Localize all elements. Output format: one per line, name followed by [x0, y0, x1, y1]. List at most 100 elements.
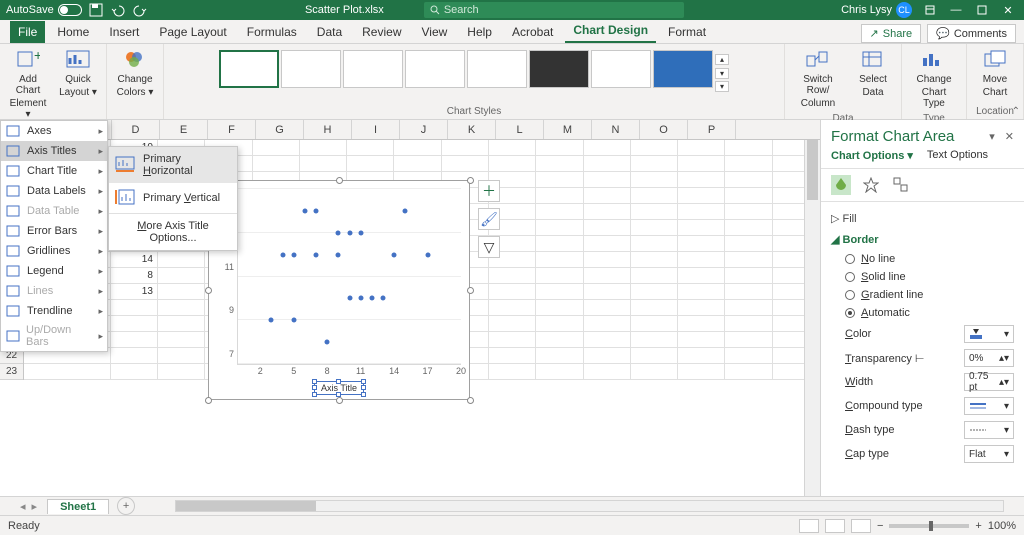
chart-elements-button[interactable]: ＋: [478, 180, 500, 202]
menu-item-error-bars[interactable]: Error Bars▸: [1, 221, 107, 241]
border-section[interactable]: ◢ Border: [831, 234, 879, 246]
maximize-icon[interactable]: [974, 2, 990, 18]
share-button[interactable]: ↗Share: [861, 24, 922, 43]
tab-formulas[interactable]: Formulas: [239, 21, 305, 43]
tab-view[interactable]: View: [414, 21, 456, 43]
redo-icon[interactable]: [132, 2, 148, 18]
column-headers[interactable]: D E F G H I J K L M N O P: [0, 120, 820, 140]
tab-review[interactable]: Review: [354, 21, 409, 43]
sheet-nav-prev[interactable]: ◂: [20, 500, 26, 513]
tab-data[interactable]: Data: [309, 21, 350, 43]
menu-item-trendline[interactable]: Trendline▸: [1, 301, 107, 321]
change-chart-type-button[interactable]: ChangeChart Type: [908, 46, 960, 111]
no-line-radio[interactable]: No line: [831, 250, 1014, 268]
autosave-toggle[interactable]: AutoSave: [6, 4, 82, 16]
chart-styles-button[interactable]: 🖌: [478, 208, 500, 230]
tab-chart-design[interactable]: Chart Design: [565, 19, 656, 43]
tab-acrobat[interactable]: Acrobat: [504, 21, 561, 43]
page-layout-view-icon[interactable]: [825, 519, 845, 533]
group-label-styles: Chart Styles: [447, 104, 501, 119]
ribbon: + Add ChartElement ▾ QuickLayout ▾ Chang…: [0, 44, 1024, 120]
sheet-tabs-bar: ◂ ▸ Sheet1 +: [0, 496, 1024, 515]
move-chart-button[interactable]: MoveChart: [973, 46, 1017, 100]
vertical-scrollbar[interactable]: [804, 120, 820, 496]
menu-item-data-labels[interactable]: Data Labels▸: [1, 181, 107, 201]
primary-horizontal-item[interactable]: Primary Horizontal: [109, 147, 237, 183]
add-chart-element-button[interactable]: + Add ChartElement ▾: [6, 46, 50, 122]
sheet-tab-sheet1[interactable]: Sheet1: [47, 499, 109, 514]
save-icon[interactable]: [88, 2, 104, 18]
transparency-row[interactable]: Transparency ⊢0%▴▾: [831, 346, 1014, 370]
primary-vertical-item[interactable]: Primary Vertical: [109, 183, 237, 213]
zoom-level[interactable]: 100%: [988, 520, 1016, 532]
status-ready: Ready: [8, 520, 40, 532]
scatter-chart[interactable]: 7911131525811141720 Axis Title: [208, 180, 470, 400]
solid-line-radio[interactable]: Solid line: [831, 268, 1014, 286]
fill-line-icon[interactable]: [831, 175, 851, 195]
menu-item-gridlines[interactable]: Gridlines▸: [1, 241, 107, 261]
page-break-view-icon[interactable]: [851, 519, 871, 533]
fill-section[interactable]: ▷ Fill: [831, 213, 857, 225]
color-row[interactable]: Color▾: [831, 322, 1014, 346]
chart-filters-button[interactable]: ▽: [478, 236, 500, 258]
tab-format[interactable]: Format: [660, 21, 714, 43]
switch-row-column-button[interactable]: Switch Row/Column: [791, 46, 845, 111]
undo-icon[interactable]: [110, 2, 126, 18]
zoom-out-button[interactable]: −: [877, 520, 883, 532]
user-account[interactable]: Chris Lysy CL: [841, 2, 912, 18]
x-axis-title[interactable]: Axis Title: [314, 381, 364, 395]
select-data-button[interactable]: SelectData: [851, 46, 895, 100]
comments-button[interactable]: 💬Comments: [927, 24, 1016, 43]
dash-type-row[interactable]: Dash type▾: [831, 418, 1014, 442]
tab-insert[interactable]: Insert: [101, 21, 147, 43]
add-chart-element-menu: Axes▸Axis Titles▸Chart Title▸Data Labels…: [0, 120, 108, 352]
pane-options-icon[interactable]: ▾: [989, 130, 995, 143]
tab-page-layout[interactable]: Page Layout: [151, 21, 234, 43]
gradient-line-radio[interactable]: Gradient line: [831, 286, 1014, 304]
gallery-scroll[interactable]: ▴▾▾: [715, 54, 729, 92]
ribbon-display-icon[interactable]: [922, 2, 938, 18]
title-bar: AutoSave Scatter Plot.xlsx Search Chris …: [0, 0, 1024, 20]
menu-item-up-down-bars: Up/Down Bars▸: [1, 321, 107, 351]
more-axis-title-options[interactable]: More Axis Title Options...: [109, 214, 237, 250]
width-row[interactable]: Width0.75 pt▴▾: [831, 370, 1014, 394]
change-colors-button[interactable]: ChangeColors ▾: [113, 46, 157, 100]
group-label-location: Location: [976, 104, 1014, 119]
automatic-radio[interactable]: Automatic: [831, 304, 1014, 322]
menu-item-data-table: Data Table▸: [1, 201, 107, 221]
menu-item-chart-title[interactable]: Chart Title▸: [1, 161, 107, 181]
close-icon[interactable]: ✕: [1000, 2, 1016, 18]
zoom-slider[interactable]: [889, 524, 969, 528]
zoom-in-button[interactable]: +: [975, 520, 981, 532]
normal-view-icon[interactable]: [799, 519, 819, 533]
svg-text:+: +: [34, 50, 40, 63]
chart-styles-gallery[interactable]: ▴▾▾: [219, 46, 729, 92]
compound-type-row[interactable]: Compound type▾: [831, 394, 1014, 418]
minimize-icon[interactable]: —: [948, 2, 964, 18]
collapse-ribbon-icon[interactable]: ⌃: [1012, 106, 1020, 117]
menu-item-axes[interactable]: Axes▸: [1, 121, 107, 141]
add-sheet-button[interactable]: +: [117, 497, 135, 515]
sheet-nav-next[interactable]: ▸: [32, 500, 38, 513]
status-bar: Ready − + 100%: [0, 515, 1024, 535]
menu-item-legend[interactable]: Legend▸: [1, 261, 107, 281]
text-options-tab[interactable]: Text Options: [927, 149, 988, 162]
effects-icon[interactable]: [861, 175, 881, 195]
ribbon-tabs: File Home Insert Page Layout Formulas Da…: [0, 20, 1024, 44]
tab-help[interactable]: Help: [459, 21, 500, 43]
pane-title: Format Chart Area: [831, 128, 989, 145]
quick-layout-button[interactable]: QuickLayout ▾: [56, 46, 100, 100]
avatar: CL: [896, 2, 912, 18]
pane-close-icon[interactable]: ✕: [1005, 130, 1014, 143]
filename: Scatter Plot.xlsx: [305, 4, 384, 16]
plot-area[interactable]: 7911131525811141720: [237, 189, 461, 365]
menu-item-lines: Lines▸: [1, 281, 107, 301]
cap-type-row[interactable]: Cap typeFlat▾: [831, 442, 1014, 466]
chart-options-tab[interactable]: Chart Options ▾: [831, 149, 913, 162]
menu-item-axis-titles[interactable]: Axis Titles▸: [1, 141, 107, 161]
size-props-icon[interactable]: [891, 175, 911, 195]
search-input[interactable]: Search: [424, 2, 684, 18]
tab-home[interactable]: Home: [49, 21, 97, 43]
horizontal-scrollbar[interactable]: [175, 500, 1004, 512]
tab-file[interactable]: File: [10, 21, 45, 43]
